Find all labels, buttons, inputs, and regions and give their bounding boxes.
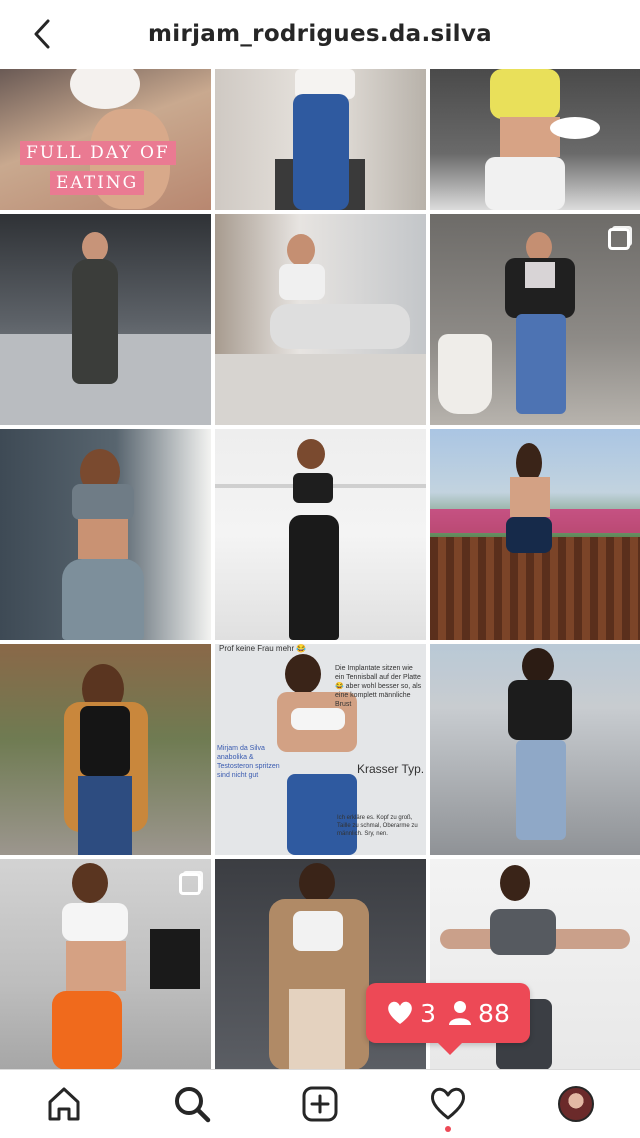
- profile-avatar: [558, 1086, 594, 1122]
- post-thumbnail[interactable]: [430, 69, 640, 210]
- post-thumbnail[interactable]: [215, 429, 426, 640]
- post-overlay-text: Die Implantate sitzen wie ein Tennisball…: [335, 665, 422, 708]
- tab-new-post[interactable]: [290, 1074, 350, 1134]
- carousel-icon: [179, 873, 201, 895]
- post-thumbnail[interactable]: [0, 429, 211, 640]
- bottom-tab-bar: [0, 1069, 640, 1138]
- activity-tooltip[interactable]: 3 88: [366, 983, 530, 1055]
- carousel-icon: [608, 228, 630, 250]
- post-thumbnail[interactable]: [430, 429, 640, 640]
- likes-count: 3: [420, 998, 437, 1028]
- back-button[interactable]: [22, 14, 62, 54]
- post-overlay-text: Ich erkläre es. Kopf zu groß, Taille zu …: [337, 815, 418, 837]
- post-thumbnail[interactable]: [215, 214, 426, 425]
- heart-icon: [388, 1001, 412, 1024]
- home-icon: [48, 1087, 80, 1121]
- post-thumbnail[interactable]: [0, 214, 211, 425]
- post-grid: FULL DAY OF EATING Prof keine Frau mehr …: [0, 69, 640, 1069]
- post-overlay-text: Krasser Typ.: [357, 762, 425, 776]
- tab-activity[interactable]: [418, 1074, 478, 1134]
- profile-username: mirjam_rodrigues.da.silva: [148, 21, 492, 47]
- person-icon: [449, 1001, 472, 1025]
- activity-heart-icon: [430, 1087, 466, 1120]
- post-thumbnail[interactable]: FULL DAY OF EATING: [0, 69, 211, 210]
- profile-header: mirjam_rodrigues.da.silva: [0, 0, 640, 68]
- tab-search[interactable]: [162, 1074, 222, 1134]
- post-thumbnail[interactable]: [430, 644, 640, 855]
- tab-profile[interactable]: [546, 1074, 606, 1134]
- post-thumbnail[interactable]: [0, 644, 211, 855]
- post-overlay-text: FULL DAY OF: [20, 141, 176, 165]
- post-thumbnail[interactable]: [215, 69, 426, 210]
- post-overlay-text: Mirjam da Silva anabolika & Testosteron …: [217, 745, 280, 779]
- notification-dot: [445, 1126, 451, 1132]
- followers-count: 88: [478, 998, 510, 1028]
- post-thumbnail[interactable]: [430, 214, 640, 425]
- tab-home[interactable]: [34, 1074, 94, 1134]
- post-overlay-text: EATING: [50, 171, 145, 195]
- search-icon: [175, 1087, 211, 1123]
- chevron-left-icon: [34, 19, 50, 49]
- post-overlay-text: Prof keine Frau mehr 😂: [219, 644, 307, 653]
- new-post-icon: [302, 1086, 338, 1122]
- post-thumbnail[interactable]: [0, 859, 211, 1069]
- post-thumbnail[interactable]: Prof keine Frau mehr 😂 Die Implantate si…: [215, 644, 426, 855]
